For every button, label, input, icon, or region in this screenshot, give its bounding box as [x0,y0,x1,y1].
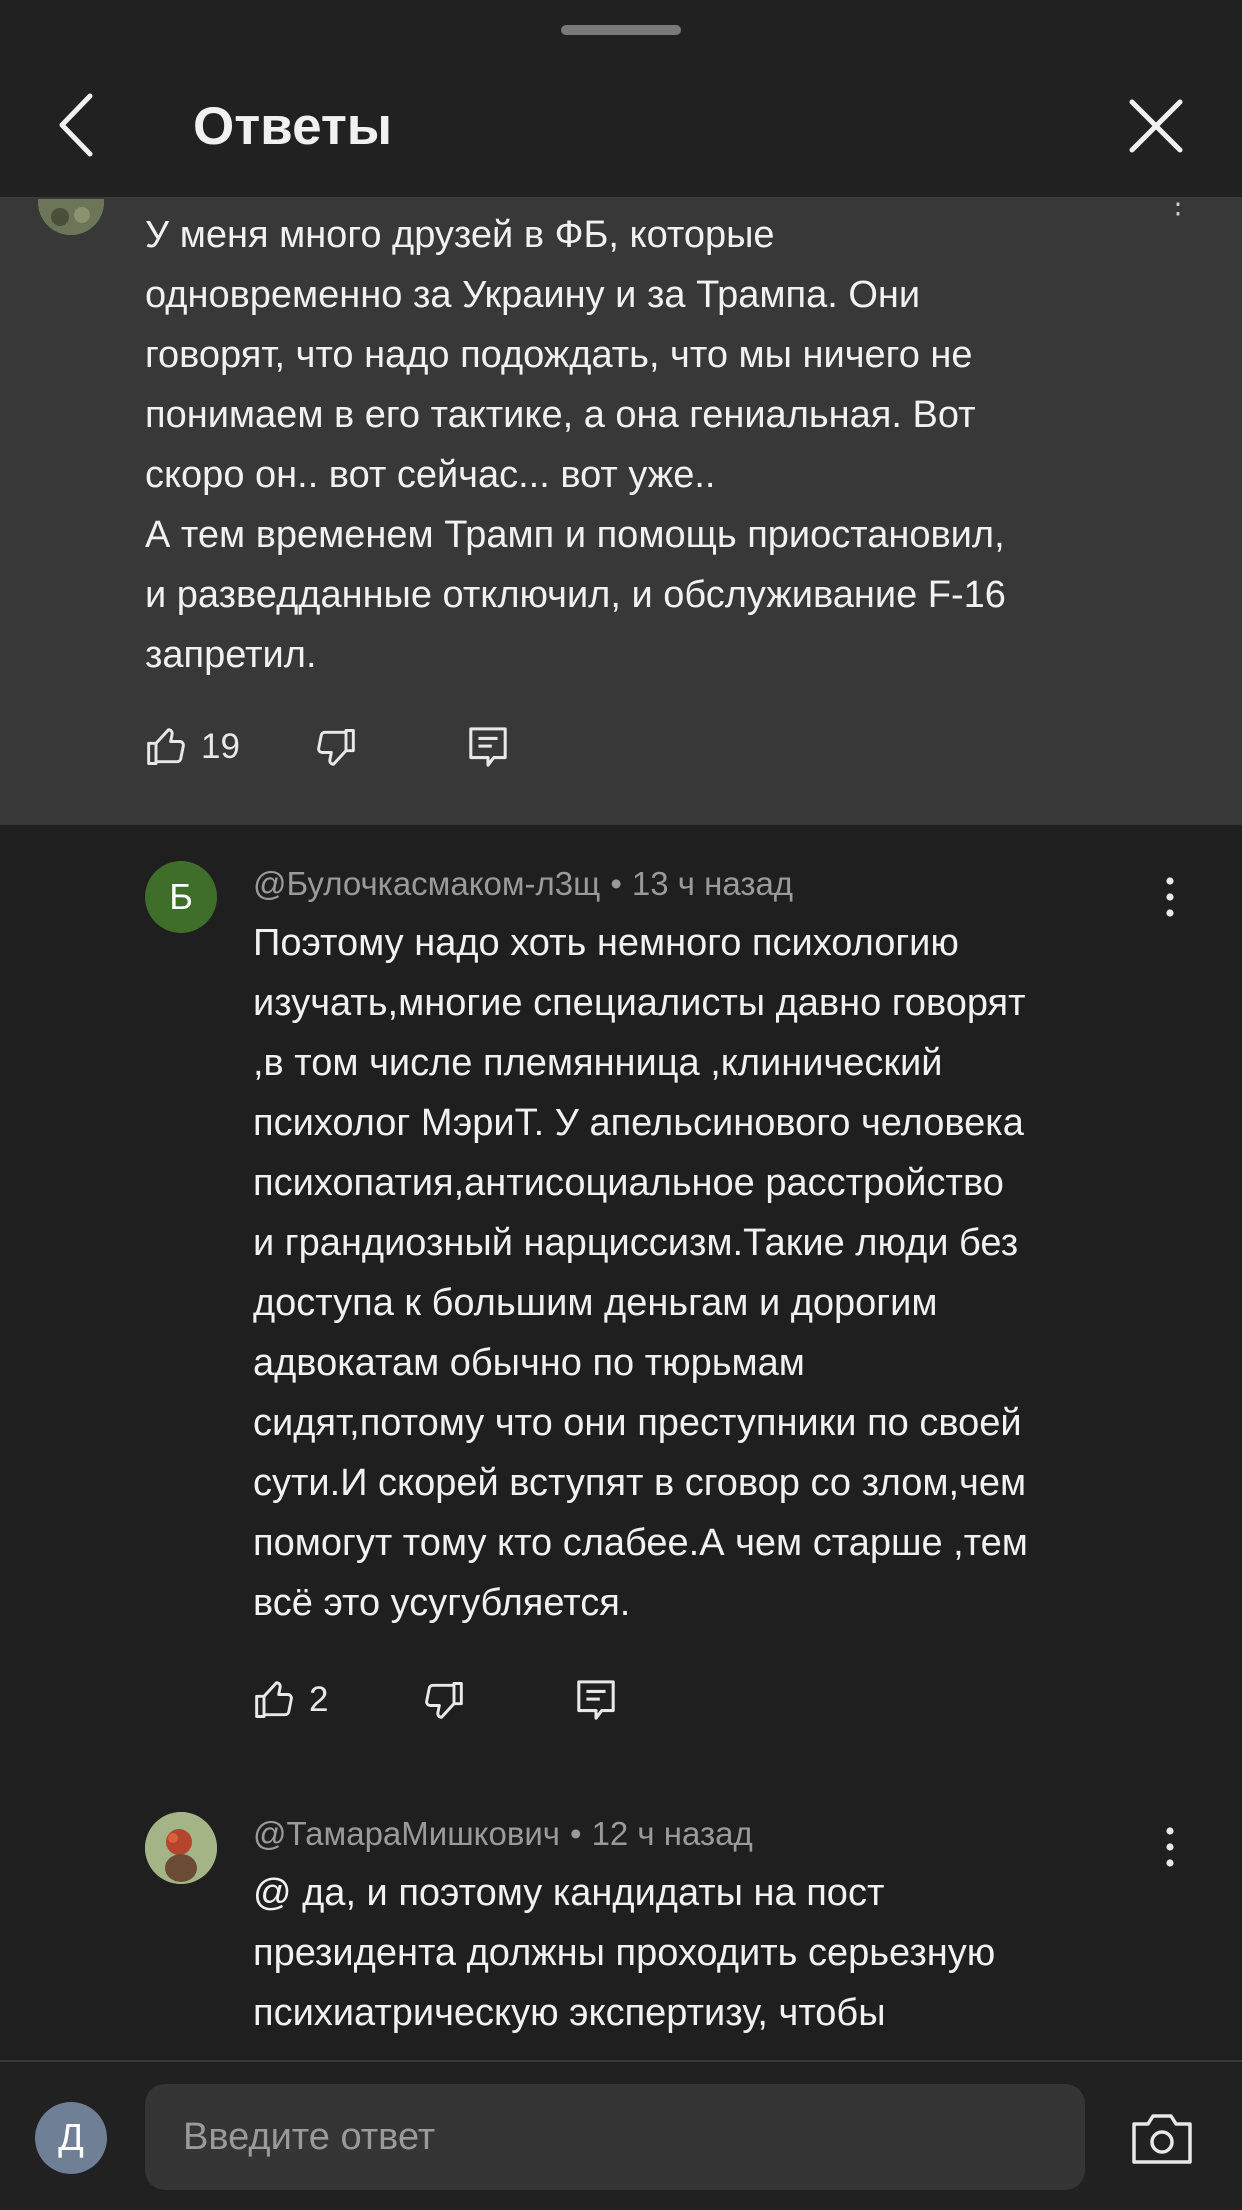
separator-dot: • [570,1815,582,1852]
dislike-button[interactable] [313,725,357,769]
thumb-up-icon [147,728,185,765]
comment-time: 13 ч назад [631,865,794,902]
comment-actions: 19 [145,725,545,785]
comment-text: Поэтому надо хоть немного психологию изу… [253,922,1028,1624]
comment-time: 12 ч назад [591,1815,753,1852]
comment-author[interactable]: @Булочкасмаком-л3щ [253,865,600,902]
avatar[interactable]: Б [145,861,217,933]
drag-handle[interactable] [561,25,681,35]
user-avatar[interactable]: Д [35,2102,107,2174]
chevron-left-icon [59,93,93,157]
thumb-down-icon [317,729,355,766]
comment-meta: @ТамараМишкович • 12 ч назад [253,1815,753,1853]
reply-comment: Б @Булочкасмаком-л3щ • 13 ч назад Поэтому … [0,825,1242,1745]
reply-input-bar: Д [0,2060,1242,2210]
reply-input[interactable] [145,2084,1085,2190]
dislike-button[interactable] [421,1678,465,1722]
comment-author[interactable]: @ТамараМишкович [253,1815,560,1852]
comment-actions: 2 [253,1678,653,1738]
parent-comment: ⋮ У меня много друзей в ФБ, которые одно… [0,197,1242,825]
like-count: 2 [309,1680,329,1719]
like-button[interactable]: 2 [253,1678,328,1722]
reply-button[interactable] [467,725,509,771]
page-title: Ответы [193,97,393,156]
thumb-down-icon [425,1682,463,1719]
like-button[interactable]: 19 [145,725,240,769]
camera-icon [1132,2114,1192,2164]
close-icon [1129,99,1183,153]
comment-text: @ да, и поэтому кандидаты на пост презид… [253,1872,996,2034]
comment-icon [577,1680,615,1720]
sheet-header: Ответы [0,0,1242,199]
reply-button[interactable] [575,1678,617,1724]
camera-button[interactable] [1130,2110,1194,2166]
avatar-image-icon [38,197,104,235]
like-count: 19 [201,727,240,766]
thumb-up-icon [255,1681,293,1718]
back-button[interactable] [56,92,116,162]
comment-text: У меня много друзей в ФБ, которые одновр… [145,214,1006,676]
separator-dot: • [610,865,622,902]
avatar-image-icon [145,1812,217,1884]
comment-icon [469,727,507,767]
comment-meta: @Булочкасмаком-л3щ • 13 ч назад [253,865,793,903]
avatar[interactable] [38,197,104,235]
avatar[interactable] [145,1812,217,1884]
reply-comment: @ТамараМишкович • 12 ч назад @ да, и поэто… [0,1775,1242,2060]
close-button[interactable] [1126,96,1190,160]
